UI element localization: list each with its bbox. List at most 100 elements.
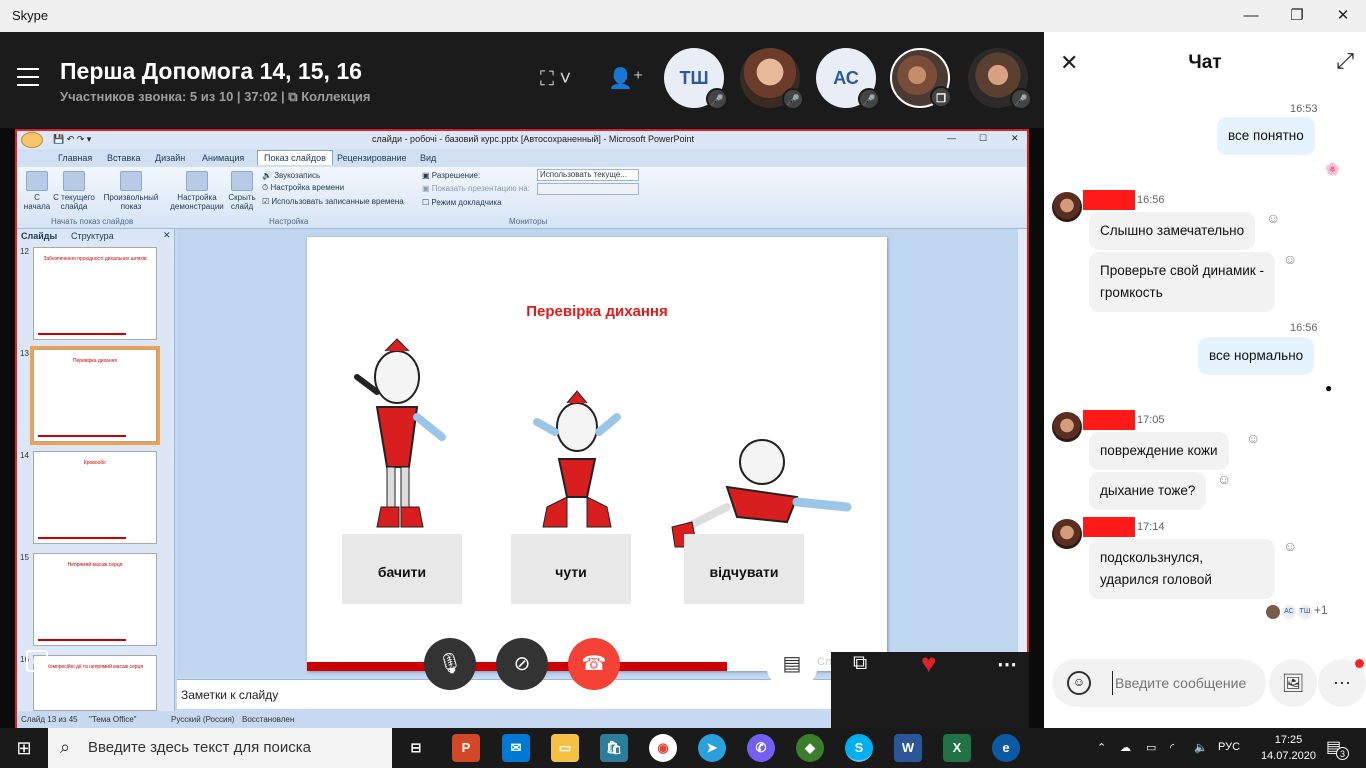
reaction-icon[interactable]: ☺: [1283, 251, 1297, 267]
slide-thumbnail[interactable]: Кровообіг: [33, 451, 157, 544]
collection-link[interactable]: Коллекция: [301, 89, 370, 104]
slide-thumbnail-selected[interactable]: Перевірка дихання: [30, 346, 160, 445]
network-icon[interactable]: ▭: [1146, 741, 1156, 754]
volume-icon[interactable]: 🔈: [1194, 741, 1208, 754]
call-subtitle: Участников звонка: 5 из 10 | 37:02 | ⧉ К…: [60, 89, 370, 105]
close-button[interactable]: ✕: [1320, 0, 1366, 32]
word-icon[interactable]: W: [894, 734, 922, 762]
record-narration-button[interactable]: 🔊 Звукозапись: [262, 171, 320, 180]
edge-icon[interactable]: e: [992, 734, 1020, 762]
participant-avatar[interactable]: 🎤: [740, 48, 804, 110]
add-person-icon[interactable]: 👤⁺: [608, 66, 643, 91]
image-icon: 🖼: [1281, 673, 1305, 693]
notification-center-icon[interactable]: ▤ 3: [1326, 737, 1349, 760]
task-view-icon[interactable]: ⊟: [402, 734, 430, 762]
taskbar-clock[interactable]: 17:25 14.07.2020: [1261, 732, 1316, 764]
wifi-icon[interactable]: ◜: [1170, 741, 1174, 754]
ppt-minimize-icon[interactable]: —: [947, 133, 956, 143]
slide-thumbnail[interactable]: Компресійні дії та непрямий масаж серця: [33, 655, 157, 711]
chat-toggle-button[interactable]: ▤: [766, 638, 818, 690]
store-icon[interactable]: 🛍: [600, 734, 628, 762]
participant-avatar[interactable]: АС 🎤: [816, 48, 880, 110]
collection-icon[interactable]: ⧉: [288, 89, 301, 104]
participant-avatar[interactable]: ❐: [890, 48, 952, 108]
clock-date: 14.07.2020: [1260, 750, 1316, 762]
from-current-button[interactable]: С текущего слайда: [53, 171, 95, 211]
message-bubble[interactable]: подскользнулся, ударился головой: [1089, 539, 1275, 599]
telegram-icon[interactable]: ➤: [698, 734, 726, 762]
powerpoint-icon[interactable]: P: [452, 734, 480, 762]
fullscreen-icon[interactable]: ◎: [26, 650, 48, 672]
reaction-icon[interactable]: ☺: [1283, 538, 1297, 554]
screen-layout-icon[interactable]: ⛶ ˅: [540, 68, 571, 91]
participant-avatar[interactable]: 🎤: [968, 48, 1032, 110]
presenter-view-checkbox[interactable]: ☐ Режим докладчика: [422, 198, 502, 207]
tab-outline[interactable]: Структура: [71, 231, 114, 241]
vertical-scrollbar[interactable]: [1018, 229, 1027, 677]
tab-view[interactable]: Вид: [420, 153, 436, 163]
hangup-button[interactable]: ☎: [568, 638, 620, 690]
office-button-icon[interactable]: [21, 132, 43, 148]
reaction-icon[interactable]: ☺: [1217, 471, 1231, 487]
onedrive-icon[interactable]: ☁: [1120, 741, 1131, 754]
share-media-button[interactable]: 🖼: [1269, 659, 1317, 707]
tab-insert[interactable]: Вставка: [107, 153, 140, 163]
more-options-icon[interactable]: ⋯: [997, 652, 1017, 677]
more-chat-options-button[interactable]: ⋯: [1318, 659, 1366, 707]
message-bubble[interactable]: все понятно: [1217, 117, 1315, 155]
redacted-sender-name: [1083, 517, 1135, 537]
minimize-button[interactable]: —: [1228, 0, 1274, 32]
message-bubble[interactable]: Проверьте свой динамик - громкость: [1089, 252, 1275, 312]
file-explorer-icon[interactable]: ▭: [551, 734, 579, 762]
tab-home[interactable]: Главная: [58, 153, 92, 163]
tab-review[interactable]: Рецензирование: [337, 153, 407, 163]
windows-start-icon[interactable]: ⊞: [0, 728, 48, 768]
sender-avatar[interactable]: [1052, 412, 1082, 442]
excel-icon[interactable]: X: [943, 734, 971, 762]
use-timings-checkbox[interactable]: ☑ Использовать записанные времена: [262, 197, 404, 206]
message-bubble[interactable]: повреждение кожи: [1089, 432, 1229, 470]
quick-access-icons[interactable]: 💾 ↶ ↷ ▾: [53, 134, 91, 145]
tab-slideshow[interactable]: Показ слайдов: [257, 150, 333, 165]
rehearse-timings-button[interactable]: ⏱ Настройка времени: [262, 183, 344, 193]
tab-design[interactable]: Дизайн: [155, 153, 185, 163]
setup-show-button[interactable]: Настройка демонстрации: [169, 171, 225, 211]
chrome-icon[interactable]: ◉: [649, 734, 677, 762]
hide-slide-button[interactable]: Скрыть слайд: [225, 171, 259, 211]
show-on-select[interactable]: [537, 183, 639, 195]
viber-icon[interactable]: ✆: [747, 734, 775, 762]
message-input[interactable]: [1112, 671, 1260, 695]
language-indicator[interactable]: РУС: [1218, 741, 1240, 753]
panel-close-icon[interactable]: ✕: [163, 230, 171, 241]
video-off-button[interactable]: ⊘: [496, 638, 548, 690]
slide-thumbnail[interactable]: Непрямий масаж серця: [33, 553, 157, 646]
tray-chevron-icon[interactable]: ⌃: [1097, 741, 1106, 754]
maximize-button[interactable]: ❐: [1274, 0, 1320, 32]
sender-avatar[interactable]: [1052, 519, 1082, 549]
mail-icon[interactable]: ✉: [502, 734, 530, 762]
emoji-icon[interactable]: ☺: [1067, 671, 1091, 695]
custom-show-button[interactable]: Произвольный показ: [101, 171, 161, 211]
expand-icon[interactable]: ⤢: [1336, 48, 1354, 74]
switch-window-icon[interactable]: ⧉: [853, 652, 867, 675]
heart-reaction-icon[interactable]: ♥: [921, 648, 936, 679]
message-bubble[interactable]: Слышно замечательно: [1089, 212, 1256, 250]
message-bubble[interactable]: дыхание тоже?: [1089, 472, 1207, 510]
ppt-maximize-icon[interactable]: ☐: [979, 133, 987, 144]
taskbar-search[interactable]: ⌕ Введите здесь текст для поиска: [48, 728, 392, 768]
skype-icon[interactable]: S: [845, 734, 873, 762]
menu-icon[interactable]: [17, 68, 39, 86]
sender-avatar[interactable]: [1052, 192, 1082, 222]
mute-mic-button[interactable]: 🎙: [424, 638, 476, 690]
tab-slides[interactable]: Слайды: [21, 231, 57, 241]
app-icon[interactable]: ◆: [796, 734, 824, 762]
tab-animation[interactable]: Анимация: [202, 153, 244, 163]
slide-thumbnail[interactable]: Забезпечення прохідності дихальних шляхі…: [33, 247, 157, 340]
reaction-icon[interactable]: ☺: [1246, 430, 1260, 446]
from-start-button[interactable]: С начала: [21, 171, 53, 211]
reaction-icon[interactable]: ☺: [1266, 210, 1280, 226]
ppt-close-icon[interactable]: ✕: [1011, 133, 1019, 144]
participant-avatar[interactable]: ТШ 🎤: [664, 48, 728, 110]
resolution-select[interactable]: Использовать текуще...: [537, 169, 639, 181]
message-bubble[interactable]: все нормально: [1198, 337, 1315, 375]
